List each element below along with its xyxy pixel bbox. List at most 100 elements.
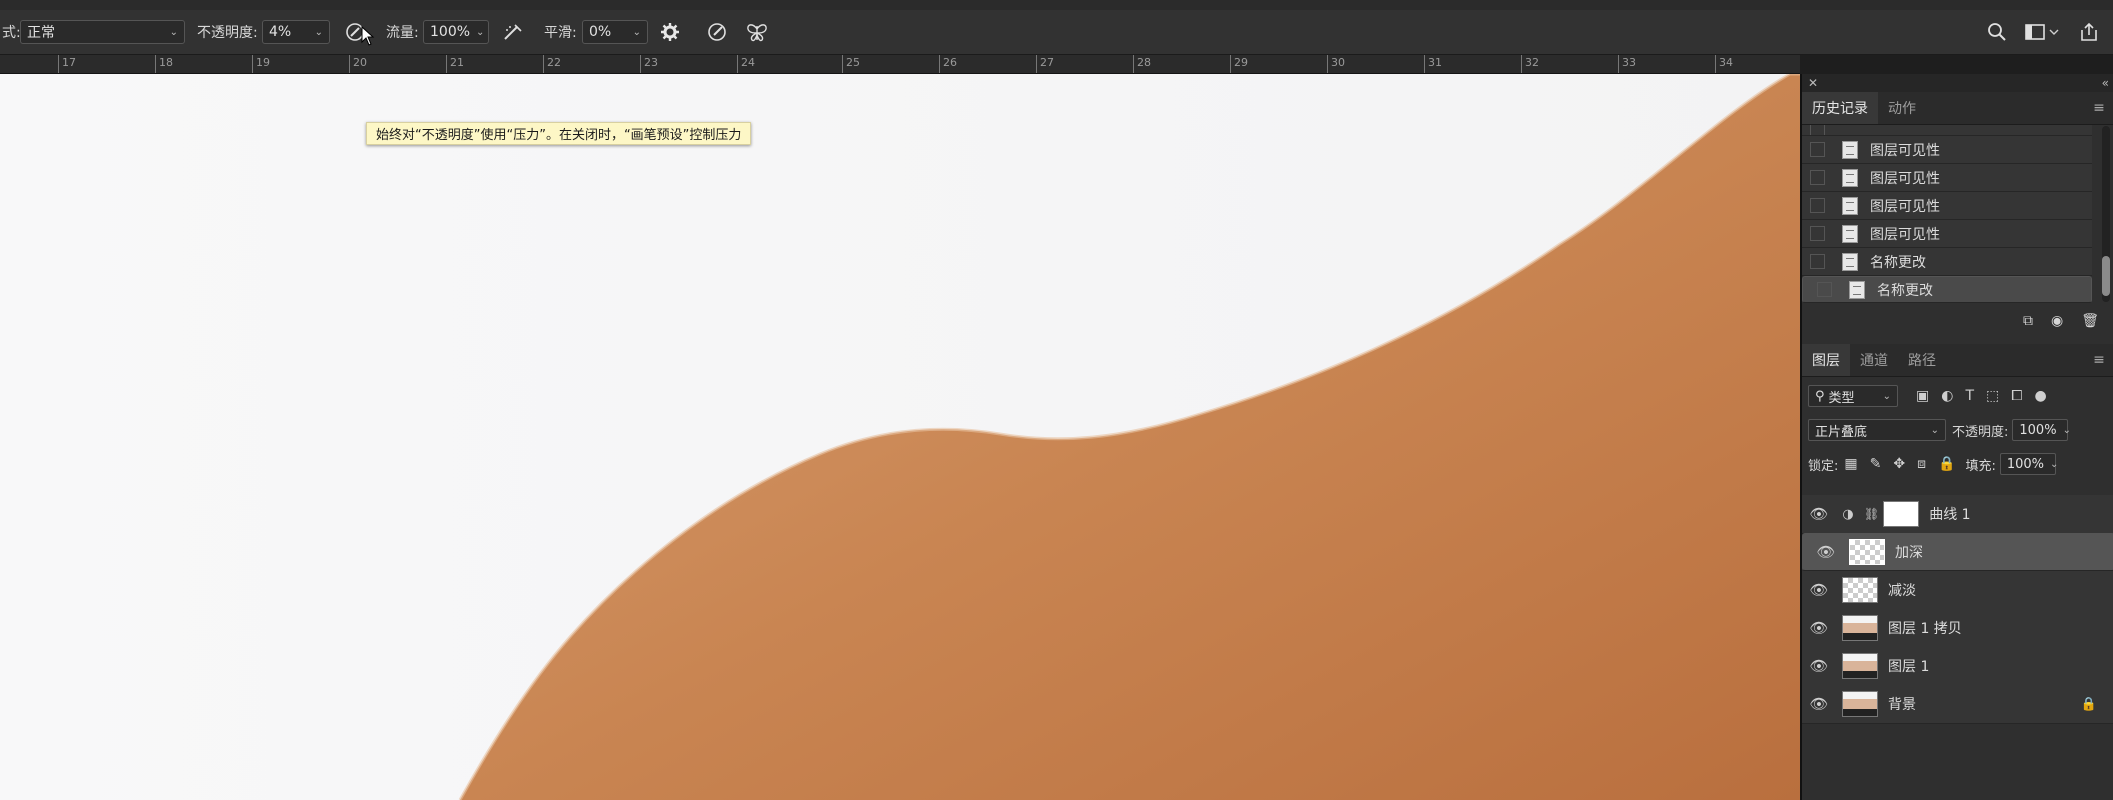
- layer-row[interactable]: 👁 背景 🔒: [1802, 685, 2113, 724]
- tab-actions[interactable]: 动作: [1878, 92, 1926, 124]
- panel-header: ✕ «: [1802, 74, 2113, 92]
- eye-icon[interactable]: 👁: [1802, 657, 1836, 675]
- search-button[interactable]: [1984, 20, 2010, 44]
- layer-name: 图层 1: [1888, 659, 1930, 675]
- document-icon: [1842, 140, 1858, 159]
- layer-name: 减淡: [1888, 583, 1916, 599]
- ruler-tick: 31: [1424, 55, 1442, 73]
- layer-mask-thumbnail[interactable]: [1883, 501, 1920, 527]
- history-footer: ⧉ ◉ 🗑: [1802, 306, 2113, 336]
- mode-value: 正常: [27, 25, 55, 41]
- lock-all-icon[interactable]: 🔒: [1938, 456, 1955, 472]
- ruler-tick: 21: [446, 55, 464, 73]
- eye-icon[interactable]: 👁: [1802, 695, 1836, 713]
- lock-transparent-icon[interactable]: ▦: [1844, 456, 1857, 472]
- layer-row[interactable]: 👁 图层 1: [1802, 647, 2113, 686]
- filter-adjustment-icon[interactable]: ◐: [1941, 388, 1953, 404]
- lock-row: 锁定: ▦ ✎ ✥ ⧈ 🔒 填充: 100% ⌄: [1808, 452, 2108, 476]
- lock-artboard-icon[interactable]: ⧈: [1917, 456, 1926, 472]
- ruler-tick-label: 18: [159, 56, 173, 69]
- eye-icon[interactable]: 👁: [1809, 543, 1843, 561]
- layer-thumbnail[interactable]: [1842, 577, 1878, 603]
- ruler-tick-label: 32: [1525, 56, 1539, 69]
- workspace-button[interactable]: [2022, 20, 2062, 44]
- layer-filter-select[interactable]: ⚲ 类型 ⌄: [1808, 385, 1898, 407]
- collapse-icon[interactable]: «: [2102, 76, 2109, 90]
- layer-row[interactable]: 👁 ◑ ⛓ 曲线 1: [1802, 495, 2113, 534]
- layer-thumbnail[interactable]: [1842, 615, 1878, 641]
- history-checkbox[interactable]: [1810, 226, 1825, 241]
- blend-mode-select[interactable]: 正片叠底 ⌄: [1808, 419, 1946, 441]
- history-checkbox[interactable]: [1817, 282, 1832, 297]
- tab-layers[interactable]: 图层: [1802, 344, 1850, 376]
- lock-position-icon[interactable]: ✥: [1893, 456, 1905, 472]
- layer-thumbnail[interactable]: [1842, 691, 1878, 717]
- symmetry-button[interactable]: [744, 20, 770, 44]
- tab-channels[interactable]: 通道: [1850, 344, 1898, 376]
- fill-field[interactable]: 100% ⌄: [1999, 453, 2058, 475]
- chevron-down-icon: ⌄: [1930, 424, 1939, 436]
- lock-pixels-icon[interactable]: ✎: [1870, 456, 1882, 472]
- panel-menu-icon[interactable]: ≡: [2083, 344, 2113, 376]
- ruler-tick-label: 22: [547, 56, 561, 69]
- share-button[interactable]: [2076, 20, 2102, 44]
- panel-menu-icon[interactable]: ≡: [2083, 92, 2113, 124]
- tab-history[interactable]: 历史记录: [1802, 92, 1878, 124]
- document-icon: [1842, 196, 1858, 215]
- layer-row[interactable]: 👁 图层 1 拷贝: [1802, 609, 2113, 648]
- airbrush-button[interactable]: [500, 20, 526, 44]
- camera-icon[interactable]: ◉: [2051, 313, 2063, 329]
- link-icon[interactable]: ⛓: [1864, 507, 1879, 521]
- opacity-field[interactable]: 4% ⌄: [262, 20, 330, 44]
- smoothing-field[interactable]: 0% ⌄: [582, 20, 648, 44]
- flow-field[interactable]: 100% ⌄: [423, 20, 489, 44]
- ruler-tick-label: 29: [1234, 56, 1248, 69]
- history-item[interactable]: 图层可见性: [1802, 136, 2092, 164]
- history-checkbox[interactable]: [1810, 254, 1825, 269]
- document-canvas[interactable]: 始终对“不透明度”使用“压力”。在关闭时，“画笔预设”控制压力: [0, 74, 1800, 800]
- layers-tabs: 图层 通道 路径 ≡: [1802, 344, 2113, 377]
- eye-icon[interactable]: 👁: [1802, 581, 1836, 599]
- history-item[interactable]: 图层可见性: [1802, 220, 2092, 248]
- layer-thumbnail[interactable]: [1842, 653, 1878, 679]
- smoothing-settings-button[interactable]: [657, 20, 683, 44]
- ruler-tick: 33: [1618, 55, 1636, 73]
- close-icon[interactable]: ✕: [1808, 76, 1818, 90]
- history-checkbox[interactable]: [1810, 198, 1825, 213]
- layer-row[interactable]: 👁 减淡: [1802, 571, 2113, 610]
- pressure-size-button[interactable]: [704, 20, 730, 44]
- ruler-tick: 17: [58, 55, 76, 73]
- airbrush-icon: [504, 24, 522, 40]
- pressure-size-icon: [708, 23, 726, 41]
- eye-icon[interactable]: 👁: [1802, 505, 1836, 523]
- mode-select[interactable]: 正常 ⌄: [20, 20, 185, 44]
- tab-paths[interactable]: 路径: [1898, 344, 1946, 376]
- document-icon: [1849, 280, 1865, 299]
- ruler-tick-label: 20: [353, 56, 367, 69]
- filter-smart-object-icon[interactable]: ⧠: [2011, 388, 2022, 404]
- layer-row-selected[interactable]: 👁 加深: [1802, 533, 2113, 571]
- ruler-tick: 27: [1036, 55, 1054, 73]
- history-item-partial: [1802, 125, 2092, 136]
- filter-pixel-icon[interactable]: ▣: [1916, 388, 1929, 404]
- filter-type-icon[interactable]: T: [1965, 388, 1974, 404]
- ruler-tick: 23: [640, 55, 658, 73]
- trash-icon[interactable]: 🗑: [2081, 313, 2099, 329]
- layer-opacity-field[interactable]: 100% ⌄: [2012, 419, 2071, 441]
- layer-thumbnail[interactable]: [1849, 539, 1885, 565]
- smoothing-label: 平滑:: [544, 25, 577, 41]
- history-item[interactable]: 图层可见性: [1802, 192, 2092, 220]
- history-item[interactable]: 名称更改: [1802, 248, 2092, 276]
- history-item[interactable]: 图层可见性: [1802, 164, 2092, 192]
- eye-icon[interactable]: 👁: [1802, 619, 1836, 637]
- history-checkbox[interactable]: [1810, 170, 1825, 185]
- history-checkbox[interactable]: [1810, 142, 1825, 157]
- history-item-selected[interactable]: 名称更改: [1802, 276, 2092, 303]
- new-document-from-state-icon[interactable]: ⧉: [2023, 313, 2033, 329]
- gear-icon: [661, 23, 679, 41]
- history-item-label: 图层可见性: [1870, 170, 1940, 187]
- history-scrollbar[interactable]: [2102, 126, 2110, 302]
- history-scroll-thumb[interactable]: [2102, 256, 2110, 296]
- filter-toggle-icon[interactable]: ●: [2034, 388, 2046, 404]
- filter-shape-icon[interactable]: ⬚: [1986, 388, 1999, 404]
